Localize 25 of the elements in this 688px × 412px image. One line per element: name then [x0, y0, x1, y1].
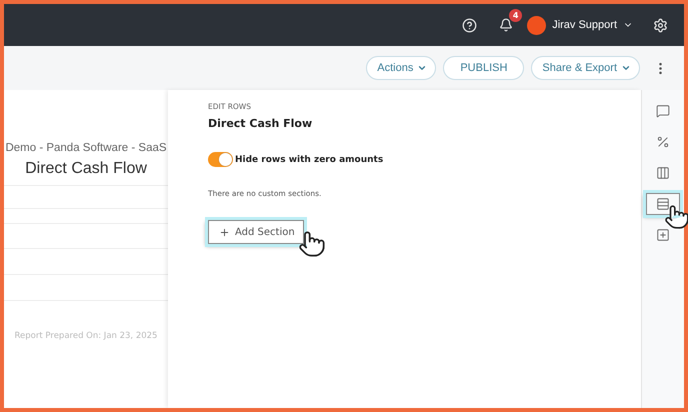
rail-button[interactable] — [646, 193, 680, 215]
avatar-logo — [527, 16, 546, 34]
notification-count: 4 — [509, 9, 522, 22]
percent-icon — [656, 135, 670, 149]
columns-icon — [656, 166, 670, 180]
toolbar-button[interactable]: PUBLISH — [443, 56, 524, 80]
caret-icon — [621, 63, 631, 73]
hand-cursor-icon — [298, 230, 326, 258]
settings-icon[interactable] — [653, 18, 668, 32]
caret-icon — [417, 63, 428, 73]
toolbar-button[interactable]: Share & Export — [531, 56, 640, 80]
rows-icon — [656, 197, 670, 211]
toggle-label: Hide rows with zero amounts — [235, 154, 384, 164]
plus-icon — [219, 226, 230, 238]
help-icon[interactable] — [462, 18, 478, 32]
toolbar-button[interactable]: Actions — [366, 56, 436, 80]
add-table-icon — [656, 228, 670, 242]
report-title: Direct Cash Flow — [24, 160, 148, 178]
comment-icon — [656, 104, 670, 118]
report-date: Report Prepared On: Jan 23, 2025 — [14, 331, 158, 341]
toggle-switch[interactable] — [208, 152, 233, 167]
company-name: Demo - Panda Software - SaaS — [4, 142, 168, 154]
panel-title: Direct Cash Flow — [208, 117, 312, 130]
user-menu[interactable]: Jirav Support — [552, 19, 617, 31]
bell-icon[interactable] — [499, 18, 514, 32]
